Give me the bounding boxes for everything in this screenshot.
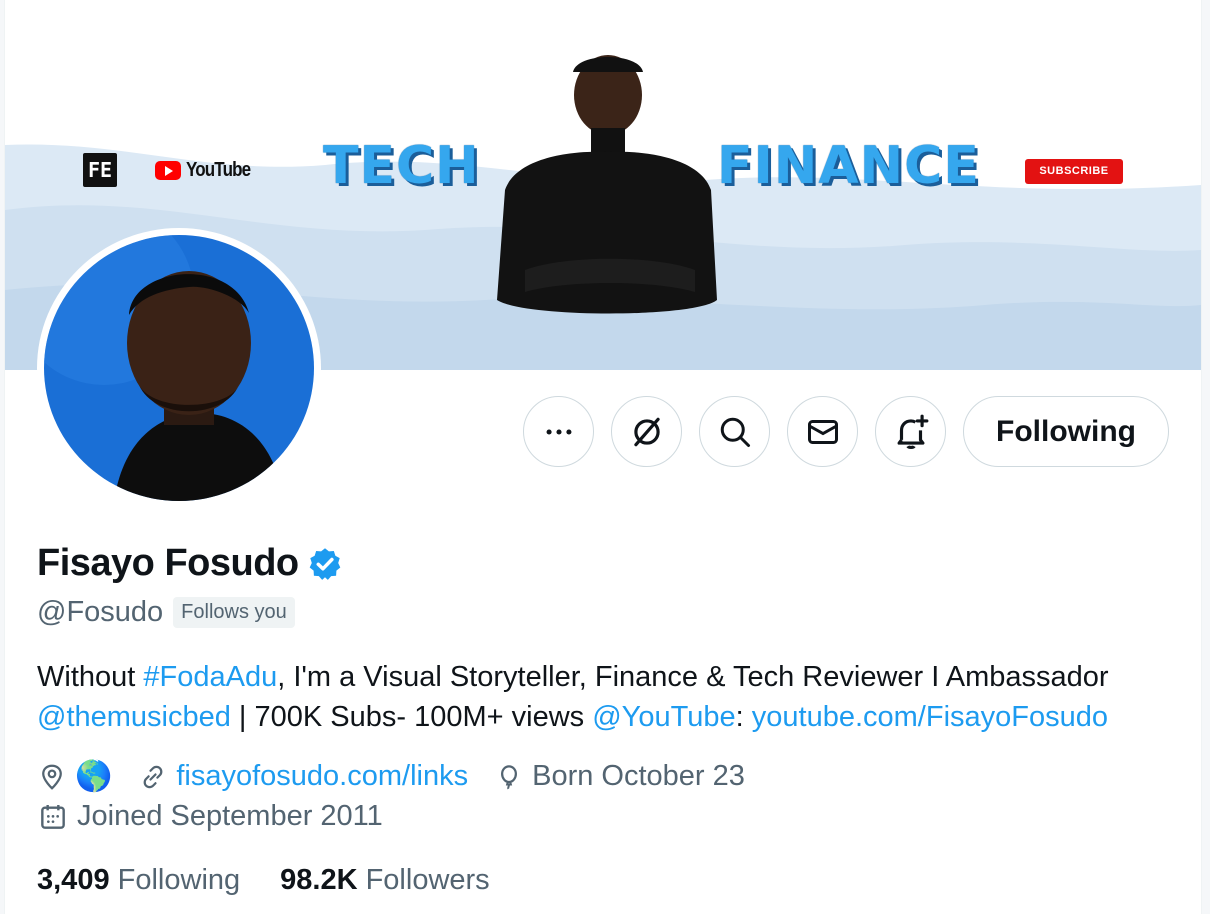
- bio-mention-link[interactable]: @themusicbed: [37, 701, 231, 733]
- profile-bio: Without #FodaAdu, I'm a Visual Storytell…: [37, 657, 1187, 737]
- follows-you-badge: Follows you: [173, 597, 295, 628]
- bio-hashtag-link[interactable]: #FodaAdu: [143, 661, 277, 693]
- profile-actions: [523, 396, 946, 467]
- joined-item: Joined September 2011: [37, 800, 383, 833]
- location-item: 🌎: [37, 759, 113, 793]
- youtube-play-icon: [155, 161, 181, 180]
- calendar-icon: [41, 804, 65, 829]
- website-link[interactable]: fisayofosudo.com/links: [176, 760, 468, 793]
- following-count: 3,409: [37, 864, 110, 896]
- banner-word-tech: TECH: [323, 136, 480, 196]
- balloon-icon: [501, 764, 518, 789]
- search-icon: [720, 417, 750, 447]
- profile-handle-row: @Fosudo Follows you: [37, 596, 295, 629]
- envelope-icon: [807, 419, 838, 444]
- location-globe-emoji: 🌎: [75, 759, 113, 793]
- birthday-text: Born October 23: [532, 760, 745, 792]
- bio-mention-link[interactable]: @YouTube: [592, 701, 735, 733]
- search-profile-button[interactable]: [699, 396, 770, 467]
- youtube-logo-text: YouTube: [186, 159, 251, 181]
- profile-handle: @Fosudo: [37, 596, 164, 628]
- profile-meta-row: Joined September 2011: [37, 800, 409, 833]
- bio-url-link[interactable]: youtube.com/FisayoFosudo: [752, 701, 1108, 733]
- following-button[interactable]: Following: [963, 396, 1169, 467]
- bio-text: | 700K Subs- 100M+ views: [230, 701, 593, 733]
- followers-count: 98.2K: [280, 864, 358, 896]
- more-button[interactable]: [523, 396, 594, 467]
- message-button[interactable]: [787, 396, 858, 467]
- location-pin-icon: [42, 764, 62, 790]
- grok-button[interactable]: [611, 396, 682, 467]
- bell-plus-icon: [897, 414, 928, 449]
- birthday-item: Born October 23: [494, 760, 745, 793]
- avatar-photo: [44, 235, 314, 501]
- profile-avatar[interactable]: [37, 228, 321, 508]
- link-icon: [143, 765, 163, 788]
- youtube-logo: YouTube: [155, 159, 262, 182]
- profile-name: Fisayo Fosudo: [37, 542, 299, 584]
- more-horizontal-icon: [546, 428, 571, 435]
- website-item: fisayofosudo.com/links: [138, 760, 468, 793]
- bio-text: :: [735, 701, 752, 733]
- profile-meta-row: 🌎 fisayofosudo.com/links Born October 23: [37, 760, 771, 793]
- profile-stats: 3,409 Following 98.2K Followers: [37, 864, 490, 897]
- notifications-button[interactable]: [875, 396, 946, 467]
- brand-logo-icon: FE: [83, 153, 117, 187]
- following-label: Following: [117, 864, 241, 896]
- grok-icon: [633, 417, 660, 446]
- profile-name-row: Fisayo Fosudo: [37, 542, 343, 585]
- joined-text: Joined September 2011: [77, 800, 383, 832]
- bio-text: Without: [37, 661, 144, 693]
- banner-subscribe-graphic: SUBSCRIBE: [1025, 159, 1123, 184]
- frame-right-border: [1201, 0, 1210, 914]
- following-stat-link[interactable]: 3,409 Following: [37, 864, 240, 897]
- verified-badge-icon[interactable]: [307, 546, 343, 582]
- banner-word-finance: FINANCE: [717, 136, 980, 196]
- followers-stat-link[interactable]: 98.2K Followers: [280, 864, 490, 897]
- bio-text: , I'm a Visual Storyteller, Finance & Te…: [277, 661, 1109, 693]
- followers-label: Followers: [365, 864, 490, 896]
